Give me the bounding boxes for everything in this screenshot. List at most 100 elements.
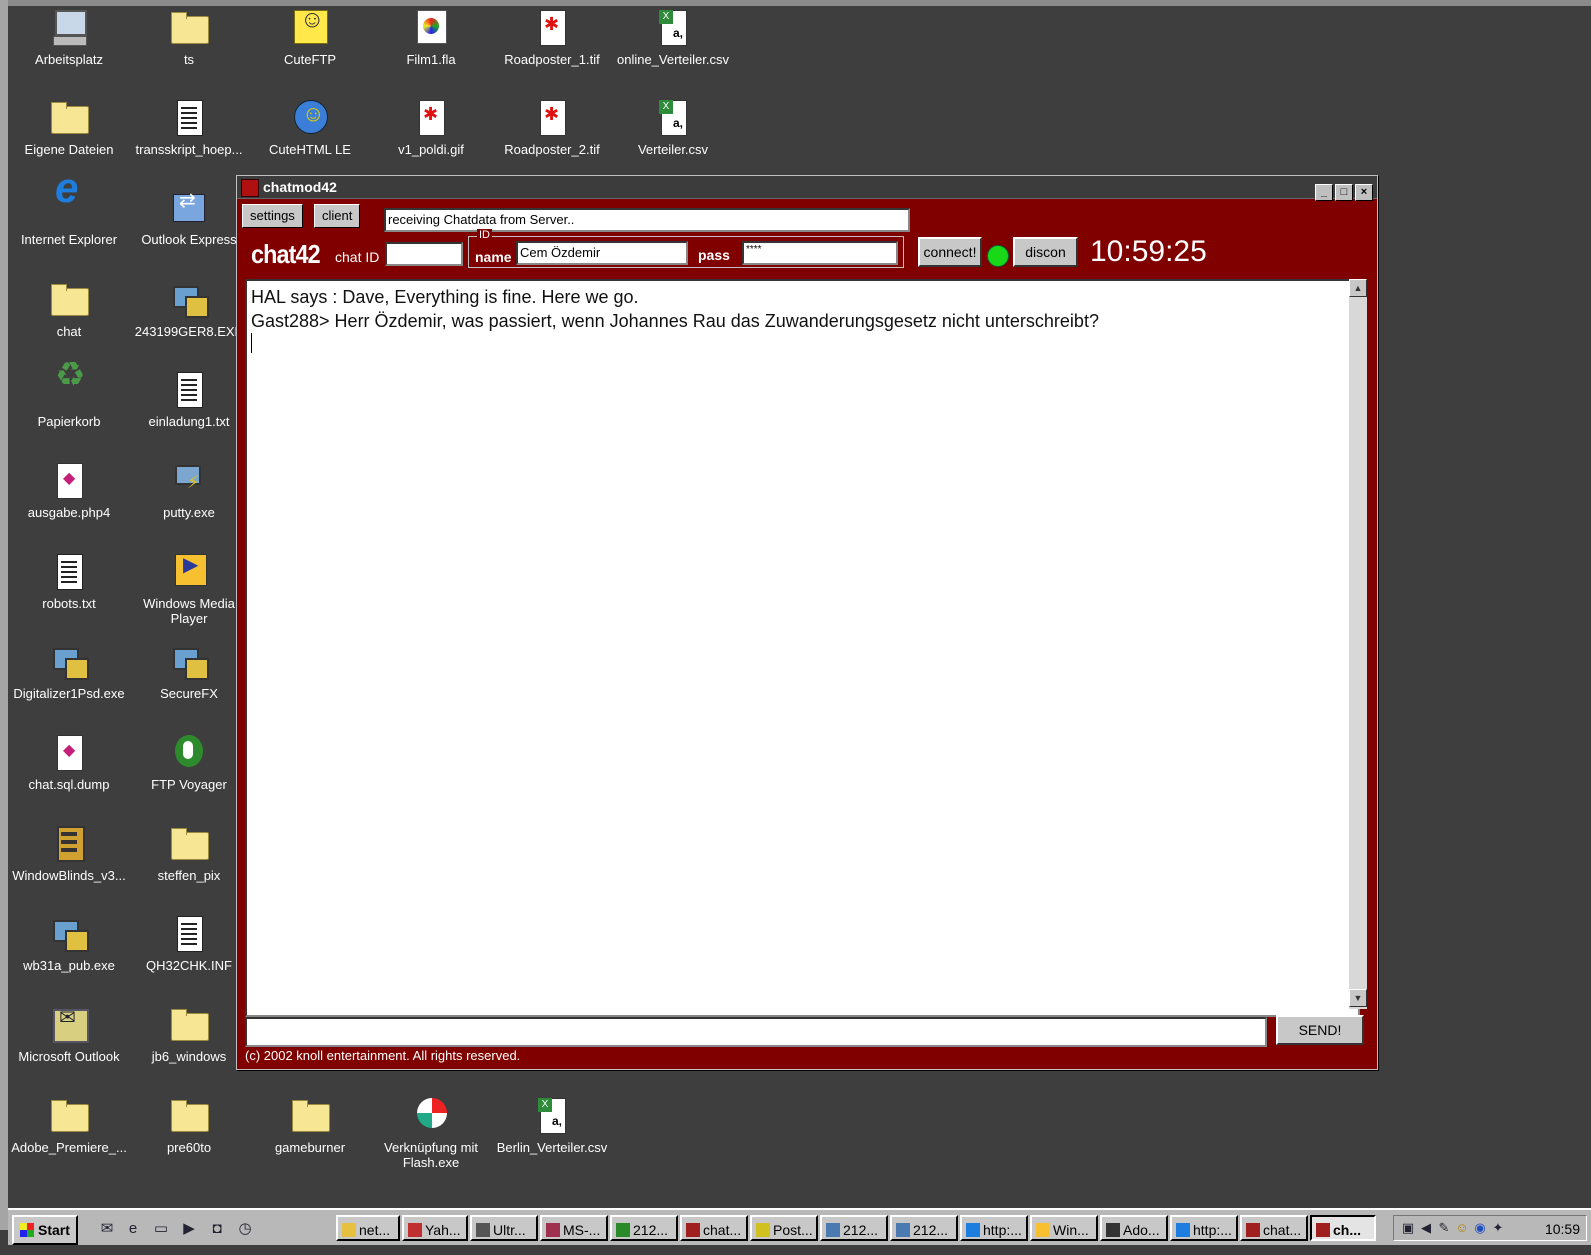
tab-settings[interactable]: settings: [242, 204, 303, 228]
desktop-icon-pre60to[interactable]: pre60to: [129, 1096, 249, 1155]
desktop-icon-windowblinds[interactable]: WindowBlinds_v3...: [9, 824, 129, 883]
desktop-icon[interactable]: ▭: [152, 1220, 170, 1238]
chat-id-input[interactable]: [385, 242, 463, 266]
desktop-icon-label: QH32CHK.INF: [146, 958, 232, 973]
desktop-icon-label: Film1.fla: [406, 52, 456, 67]
maximize-button[interactable]: □: [1335, 184, 1353, 201]
pass-input[interactable]: ****: [742, 241, 898, 265]
desktop-icon-transskript[interactable]: transskript_hoep...: [129, 98, 249, 157]
desktop-icon-securefx[interactable]: SecureFX: [129, 642, 249, 701]
outlook-icon[interactable]: ◘: [208, 1220, 226, 1238]
desktop-icon-jb6-windows[interactable]: jb6_windows: [129, 1005, 249, 1064]
desktop-icon-robots-txt[interactable]: robots.txt: [9, 552, 129, 611]
minimize-button[interactable]: _: [1315, 184, 1333, 201]
desktop-icon-outlook-express[interactable]: Outlook Express: [129, 188, 249, 247]
scroll-up-icon[interactable]: ▲: [1349, 279, 1367, 297]
computer-icon: [49, 8, 89, 48]
clock-icon[interactable]: ◷: [236, 1220, 254, 1238]
desktop-icon-roadposter-2[interactable]: Roadposter_2.tif: [492, 98, 612, 157]
taskbar-button[interactable]: net...: [336, 1215, 400, 1241]
tray-app-icon[interactable]: ✎: [1436, 1220, 1452, 1236]
desktop-icon-internet-explorer[interactable]: Internet Explorer: [9, 180, 129, 247]
cuteftp-icon: [290, 8, 330, 48]
desktop-icon-ts[interactable]: ts: [129, 8, 249, 67]
desktop-icon-chat-sql-dump[interactable]: chat.sql.dump: [9, 733, 129, 792]
name-input[interactable]: Cem Özdemir: [516, 241, 688, 265]
desktop-icon-wb31a-pub[interactable]: wb31a_pub.exe: [9, 914, 129, 973]
desktop-icon-label: Eigene Dateien: [24, 142, 114, 157]
desktop-icon-label: einladung1.txt: [148, 414, 230, 429]
volume-icon[interactable]: ◀: [1418, 1220, 1434, 1236]
desktop-icon-label: robots.txt: [42, 596, 96, 611]
desktop-icon-label: Verteiler.csv: [637, 142, 709, 157]
tray-smiley-icon[interactable]: ☺: [1454, 1220, 1470, 1236]
start-button[interactable]: Start: [12, 1215, 78, 1245]
close-button[interactable]: ×: [1355, 184, 1373, 201]
taskbar-button[interactable]: http:...: [1170, 1215, 1238, 1241]
taskbar-button[interactable]: Ultr...: [470, 1215, 538, 1241]
desktop-icon-label: Verknüpfung mit Flash.exe: [384, 1140, 478, 1170]
desktop-icon-label: chat: [56, 324, 82, 339]
desktop-icon-putty[interactable]: putty.exe: [129, 461, 249, 520]
desktop-icon-gameburner[interactable]: gameburner: [250, 1096, 370, 1155]
scroll-down-icon[interactable]: ▼: [1349, 989, 1367, 1007]
ftp-voyager-icon: [169, 733, 209, 773]
taskbar-button[interactable]: Post...: [750, 1215, 818, 1241]
desktop-icon-roadposter-1[interactable]: Roadposter_1.tif: [492, 8, 612, 67]
desktop-icon-label: Berlin_Verteiler.csv: [496, 1140, 608, 1155]
connect-button[interactable]: connect!: [918, 237, 982, 267]
desktop-icon-cutehtml[interactable]: CuteHTML LE: [250, 98, 370, 157]
tray-network-icon[interactable]: ✦: [1490, 1220, 1506, 1236]
taskbar-button[interactable]: 212...: [820, 1215, 888, 1241]
desktop-icon-eigene-dateien[interactable]: Eigene Dateien: [9, 98, 129, 157]
desktop-icon-adobe-premiere[interactable]: Adobe_Premiere_...: [9, 1096, 129, 1155]
desktop-icon-cuteftp[interactable]: CuteFTP: [250, 8, 370, 67]
desktop-icon-berlin-verteiler[interactable]: X Berlin_Verteiler.csv: [492, 1096, 612, 1155]
taskbar-button[interactable]: http:...: [960, 1215, 1028, 1241]
taskbar-button[interactable]: MS-...: [540, 1215, 608, 1241]
desktop-icon-microsoft-outlook[interactable]: Microsoft Outlook: [9, 1005, 129, 1064]
tray-eye-icon[interactable]: ◉: [1472, 1220, 1488, 1236]
desktop-icon-windows-media-player[interactable]: Windows Media Player: [129, 552, 249, 626]
taskbar-button-active[interactable]: ch...: [1310, 1215, 1376, 1241]
window-clock: 10:59:25: [1090, 235, 1207, 268]
taskbar-button[interactable]: Win...: [1030, 1215, 1098, 1241]
desktop-icon-steffen-pix[interactable]: steffen_pix: [129, 824, 249, 883]
desktop-icon-ausgabe-php4[interactable]: ausgabe.php4: [9, 461, 129, 520]
desktop-icon-arbeitsplatz[interactable]: Arbeitsplatz: [9, 8, 129, 67]
outlook-express-icon[interactable]: ✉: [98, 1220, 116, 1238]
desktop-icon-installer[interactable]: 243199GER8.EXE: [129, 280, 249, 339]
chat-log[interactable]: HAL says : Dave, Everything is fine. Her…: [245, 279, 1360, 1017]
taskbar-button[interactable]: 212...: [890, 1215, 958, 1241]
desktop-icon-digitalizer[interactable]: Digitalizer1Psd.exe: [9, 642, 129, 701]
tray-monitor-icon[interactable]: ▣: [1400, 1220, 1416, 1236]
taskbar-button[interactable]: chat...: [680, 1215, 748, 1241]
desktop-icon-flash-shortcut[interactable]: Verknüpfung mit Flash.exe: [371, 1096, 491, 1170]
desktop-icon-qh32chk[interactable]: QH32CHK.INF: [129, 914, 249, 973]
media-player-icon[interactable]: ▶: [180, 1220, 198, 1238]
message-input[interactable]: [245, 1017, 1267, 1047]
window-title-bar[interactable]: chatmod42 _ □ ×: [237, 176, 1377, 201]
desktop-icon-v1-poldi[interactable]: v1_poldi.gif: [371, 98, 491, 157]
pass-label: pass: [698, 247, 730, 263]
internet-explorer-icon[interactable]: e: [124, 1220, 142, 1238]
taskbar-button[interactable]: chat...: [1240, 1215, 1308, 1241]
desktop-icon-film1-fla[interactable]: Film1.fla: [371, 8, 491, 67]
disconnect-button[interactable]: discon: [1013, 237, 1078, 267]
desktop-icon-verteiler[interactable]: X Verteiler.csv: [613, 98, 733, 157]
desktop-icon-papierkorb[interactable]: Papierkorb: [9, 368, 129, 429]
taskbar-button[interactable]: Ado...: [1100, 1215, 1168, 1241]
desktop-icon-online-verteiler[interactable]: X online_Verteiler.csv: [613, 8, 733, 67]
desktop-icon-ftp-voyager[interactable]: FTP Voyager: [129, 733, 249, 792]
desktop-icon-chat[interactable]: chat: [9, 280, 129, 339]
chat-app-icon: [241, 179, 259, 197]
desktop-icon-label: v1_poldi.gif: [398, 142, 464, 157]
start-label: Start: [38, 1222, 70, 1238]
window-title: chatmod42: [263, 179, 337, 195]
send-button[interactable]: SEND!: [1276, 1015, 1364, 1045]
taskbar-button[interactable]: 212...: [610, 1215, 678, 1241]
tab-client[interactable]: client: [314, 204, 361, 228]
desktop-icon-einladung[interactable]: einladung1.txt: [129, 370, 249, 429]
chat-scrollbar[interactable]: ▲ ▼: [1349, 279, 1367, 1009]
taskbar-button[interactable]: Yah...: [402, 1215, 468, 1241]
